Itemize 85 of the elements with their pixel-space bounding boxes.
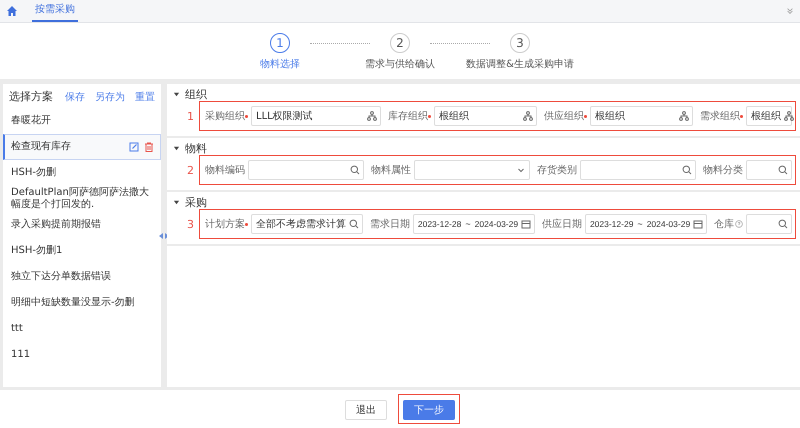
search-icon[interactable] (349, 219, 359, 229)
step-label: 数据调整&生成采购申请 (466, 58, 574, 71)
search-icon[interactable] (350, 165, 360, 175)
calendar-icon[interactable] (693, 219, 704, 229)
field-label: 供应日期 (542, 218, 582, 231)
scheme-item[interactable]: 明细中短缺数量没显示-勿删 (3, 290, 161, 316)
scheme-name: 春暖花开 (11, 115, 52, 127)
home-icon[interactable] (6, 5, 18, 17)
input-field[interactable]: 全部不考虑需求计算 (251, 214, 363, 234)
scheme-name: 独立下达分单数据错误 (11, 271, 112, 283)
step-number[interactable]: 1 (270, 33, 290, 53)
scheme-name: HSH-勿删1 (11, 245, 64, 257)
caret-icon[interactable] (173, 144, 180, 152)
scheme-item[interactable]: 独立下达分单数据错误 (3, 264, 161, 290)
edit-icon[interactable] (129, 142, 139, 152)
search-icon[interactable] (682, 165, 692, 175)
scheme-name: 111 (11, 349, 32, 361)
step-label: 物料选择 (260, 58, 300, 71)
scheme-name: 检查现有库存 (11, 141, 72, 153)
annotation-number: 2 (187, 164, 195, 176)
required-mark-icon (428, 115, 431, 118)
footer-button[interactable]: 退出 (345, 400, 387, 420)
input-field[interactable] (248, 160, 364, 180)
sidebar-action-link[interactable]: 重置 (135, 90, 155, 104)
scheme-name: 录入采购提前期报错 (11, 219, 102, 231)
field-label: 需求组织 (700, 110, 740, 123)
scheme-item[interactable]: HSH-勿删1 (3, 238, 161, 264)
input-field[interactable]: 2023-12-28 ~ 2024-03-29 (412, 214, 535, 234)
annotation-number: 1 (187, 110, 195, 122)
input-field[interactable] (580, 160, 696, 180)
input-field[interactable]: 根组织 (434, 106, 537, 126)
scheme-item[interactable]: 春暖花开 (3, 108, 161, 134)
footer-button[interactable]: 下一步 (403, 400, 455, 420)
scheme-name: 明细中短缺数量没显示-勿删 (11, 297, 136, 309)
field-label: 库存组织 (388, 110, 428, 123)
field-label: 存货类别 (537, 164, 577, 177)
field-label: 采购组织 (205, 110, 245, 123)
delete-icon[interactable] (144, 142, 154, 152)
search-icon[interactable] (778, 219, 788, 229)
hierarchy-icon[interactable] (366, 111, 377, 121)
field-label: 计划方案 (205, 218, 245, 231)
calendar-icon[interactable] (521, 219, 532, 229)
hierarchy-icon[interactable] (679, 111, 689, 121)
step-number[interactable]: 3 (510, 33, 530, 53)
required-mark-icon (740, 115, 743, 118)
scheme-name: ttt (11, 323, 24, 335)
caret-icon[interactable] (173, 90, 180, 98)
section-title: 物料 (185, 140, 207, 156)
double-chevron-icon[interactable] (786, 7, 794, 15)
step-number[interactable]: 2 (390, 33, 410, 53)
section-title: 组织 (185, 86, 207, 102)
search-icon[interactable] (778, 165, 788, 175)
input-field[interactable] (414, 160, 530, 180)
scheme-name: HSH-勿删 (11, 167, 57, 179)
step-label: 需求与供给确认 (365, 58, 435, 71)
required-mark-icon (245, 223, 248, 226)
field-label: 仓库 (714, 218, 734, 231)
hierarchy-icon[interactable] (522, 111, 533, 121)
field-label: 物料编码 (205, 164, 245, 177)
input-field[interactable] (746, 214, 792, 234)
sidebar-action-link[interactable]: 保存 (65, 90, 85, 104)
annotation-number: 3 (187, 218, 195, 230)
sidebar-action-link[interactable]: 另存为 (95, 90, 125, 104)
input-field[interactable]: LLL权限测试 (251, 106, 381, 126)
scheme-item[interactable]: HSH-勿删 (3, 160, 161, 186)
field-label: 需求日期 (370, 218, 410, 231)
field-label: 物料属性 (371, 164, 411, 177)
scheme-item[interactable]: 111 (3, 342, 161, 368)
scheme-name: DefaultPlan阿萨德阿萨法撒大幅度是个打回发的. (11, 187, 150, 211)
sidebar-title: 选择方案 (9, 89, 54, 104)
scheme-item[interactable]: 检查现有库存 (3, 134, 161, 160)
input-field[interactable]: 根组织 (746, 106, 792, 126)
field-label: 物料分类 (703, 164, 743, 177)
input-field[interactable]: 2023-12-29 ~ 2024-03-29 (584, 214, 708, 234)
required-mark-icon (245, 115, 248, 118)
scheme-item[interactable]: 录入采购提前期报错 (3, 212, 161, 238)
field-label: 供应组织 (544, 110, 584, 123)
input-field[interactable]: 根组织 (590, 106, 693, 126)
input-field[interactable] (746, 160, 792, 180)
caret-icon[interactable] (173, 198, 180, 206)
scheme-item[interactable]: DefaultPlan阿萨德阿萨法撒大幅度是个打回发的. (3, 186, 161, 212)
required-mark-icon (584, 115, 587, 118)
scheme-item[interactable]: ttt (3, 316, 161, 342)
section-title: 采购 (185, 194, 207, 210)
hierarchy-icon[interactable] (784, 111, 794, 121)
